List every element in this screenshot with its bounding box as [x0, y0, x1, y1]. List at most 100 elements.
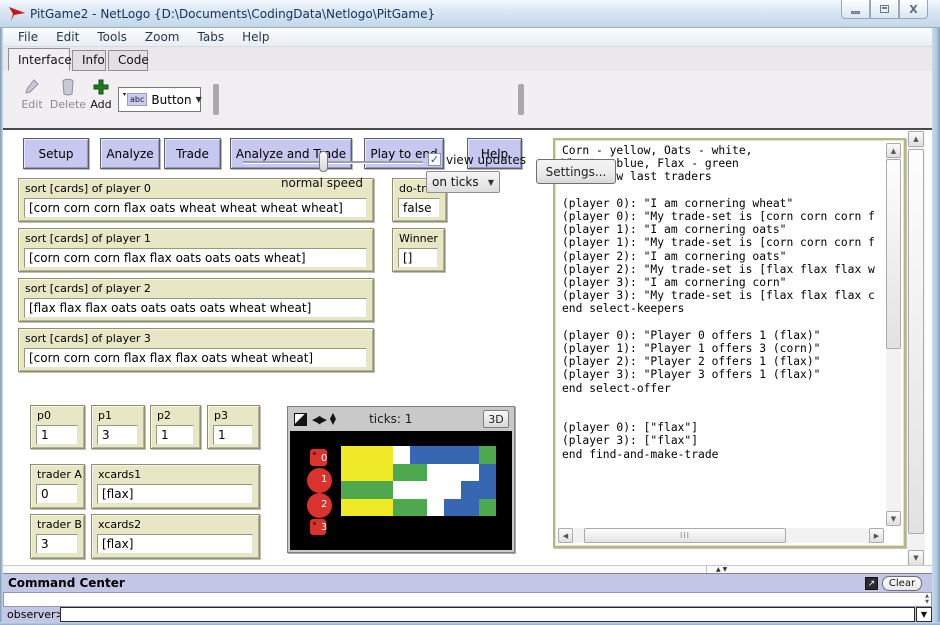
view-updates-checkbox[interactable]: ✓ [428, 153, 441, 166]
delete-widget-button[interactable]: Delete [47, 78, 89, 111]
ticks-counter: ticks: 1 [369, 412, 412, 426]
patch-flax [479, 446, 496, 464]
menu-file[interactable]: File [9, 29, 47, 45]
vscroll-thumb[interactable] [886, 159, 901, 349]
resize-view-icon[interactable] [294, 413, 307, 426]
monitor-value: [flax] [97, 534, 253, 554]
menu-tabs[interactable]: Tabs [189, 29, 234, 45]
command-input[interactable] [60, 607, 915, 622]
monitor-p2: p2 1 [150, 405, 201, 449]
analyze-button[interactable]: Analyze [100, 138, 160, 169]
agent-type-dropdown[interactable]: ▼ [916, 607, 932, 622]
monitor-value: [flax flax flax oats oats oats oats whea… [24, 298, 367, 318]
tab-bar: InterfaceInfoCode [3, 47, 932, 71]
speed-slider-track[interactable] [243, 161, 423, 163]
menu-tools[interactable]: Tools [88, 29, 136, 45]
monitor-winner: Winner [] [392, 228, 445, 272]
scroll-left-icon[interactable]: ◀ [558, 528, 573, 543]
scroll-up-icon[interactable]: ▲ [908, 131, 924, 147]
monitor-value: 3 [97, 425, 138, 445]
window-controls: X [841, 0, 928, 19]
scroll-down-icon[interactable]: ▼ [886, 511, 901, 526]
minimize-button[interactable] [841, 0, 870, 19]
pencil-icon [24, 78, 40, 96]
update-mode-dropdown[interactable]: on ticks ▼ [426, 171, 500, 193]
3d-button[interactable]: 3D [483, 410, 509, 428]
chevron-down-icon: ▼ [488, 178, 494, 187]
abc-icon: abc [127, 93, 147, 106]
monitor-label: trader B [37, 518, 84, 531]
output-vscrollbar[interactable]: ▲ ▼ [886, 143, 901, 526]
trash-icon [61, 78, 75, 96]
vertical-arrows-icon[interactable]: ▲▼ [330, 413, 336, 425]
command-center-header: Command Center ↗ Clear [3, 573, 932, 592]
export-icon[interactable]: ↗ [865, 577, 878, 590]
title-bar[interactable]: PitGame2 - NetLogo {D:\Documents\CodingD… [0, 0, 940, 28]
maximize-button[interactable] [870, 0, 899, 19]
vscroll-thumb[interactable] [908, 149, 924, 534]
menu-help[interactable]: Help [233, 29, 278, 45]
window-border-left [0, 28, 3, 625]
patch-wheat [444, 446, 461, 464]
toolbar: Edit Delete Add ▾ abc Button ▼ normal sp… [3, 71, 932, 128]
patch-flax [410, 499, 427, 517]
world-view[interactable]: ◀▶ ▲▼ ticks: 1 3D 0123 [287, 406, 515, 553]
command-center-splitter[interactable]: ▲▼ [3, 565, 932, 573]
patch-oats [427, 481, 444, 499]
splitter-arrows-icon[interactable]: ▲▼ [716, 566, 729, 573]
world-area[interactable]: 0123 [290, 431, 512, 550]
monitor-label: sort [cards] of player 2 [25, 282, 373, 295]
close-icon: X [909, 3, 917, 16]
monitor-value: 1 [213, 425, 253, 445]
menu-edit[interactable]: Edit [47, 29, 88, 45]
edit-widget-button[interactable]: Edit [15, 78, 49, 111]
monitor-value: 3 [36, 534, 78, 554]
horizontal-arrows-icon[interactable]: ◀▶ [312, 413, 325, 426]
analyze-and-trade-button[interactable]: Analyze and Trade [230, 138, 352, 169]
3d-label: 3D [488, 413, 503, 426]
patch-corn [358, 446, 375, 464]
maximize-icon [880, 5, 889, 13]
tab-info[interactable]: Info [72, 50, 106, 71]
setup-button[interactable]: Setup [23, 138, 89, 169]
scroll-up-icon[interactable]: ▲ [886, 143, 901, 158]
command-center-title: Command Center [8, 576, 125, 590]
monitor-xcards1: xcards1 [flax] [91, 464, 260, 509]
monitor-label: Winner [399, 232, 444, 245]
settings-button[interactable]: Settings... [536, 159, 616, 184]
tab-code[interactable]: Code [108, 50, 148, 71]
clear-button[interactable]: Clear [882, 576, 922, 591]
patch-wheat [461, 499, 478, 517]
log-scroll-arrows-icon[interactable]: ▲▼ [925, 593, 929, 605]
scroll-right-icon[interactable]: ▶ [869, 528, 884, 543]
canvas-vscrollbar[interactable]: ▲ ▼ [907, 131, 925, 566]
button-label: Trade [176, 147, 209, 161]
monitor-label: p2 [157, 409, 200, 422]
patch-flax [341, 481, 358, 499]
add-widget-button[interactable]: Add [85, 78, 117, 111]
patch-oats [444, 464, 461, 482]
monitor-value: [flax] [97, 484, 253, 504]
die-pip [313, 522, 316, 525]
trade-button[interactable]: Trade [164, 138, 221, 169]
monitor-label: xcards2 [98, 518, 259, 531]
tab-interface[interactable]: Interface [8, 48, 70, 71]
patch-oats [444, 481, 461, 499]
netlogo-icon [8, 6, 26, 22]
monitor-trader-a: trader A 0 [30, 464, 85, 509]
command-center-input-row: observer> ▼ [3, 607, 932, 622]
output-hscrollbar[interactable]: ◀ III ▶ [558, 528, 884, 543]
widget-type-value: Button [151, 93, 191, 107]
menu-zoom[interactable]: Zoom [136, 29, 189, 45]
scroll-down-icon[interactable]: ▼ [908, 550, 924, 566]
hscroll-thumb[interactable]: III [584, 528, 786, 543]
close-button[interactable]: X [899, 0, 928, 19]
monitor-label: p1 [98, 409, 144, 422]
widget-type-dropdown[interactable]: ▾ abc Button ▼ [118, 87, 201, 112]
speed-slider-thumb[interactable] [319, 151, 328, 172]
patch-corn [375, 499, 392, 517]
marker-number: 1 [321, 474, 327, 485]
toolbar-divider [213, 84, 219, 115]
monitor-p1: p1 3 [91, 405, 145, 449]
monitor-label: sort [cards] of player 1 [25, 232, 373, 245]
